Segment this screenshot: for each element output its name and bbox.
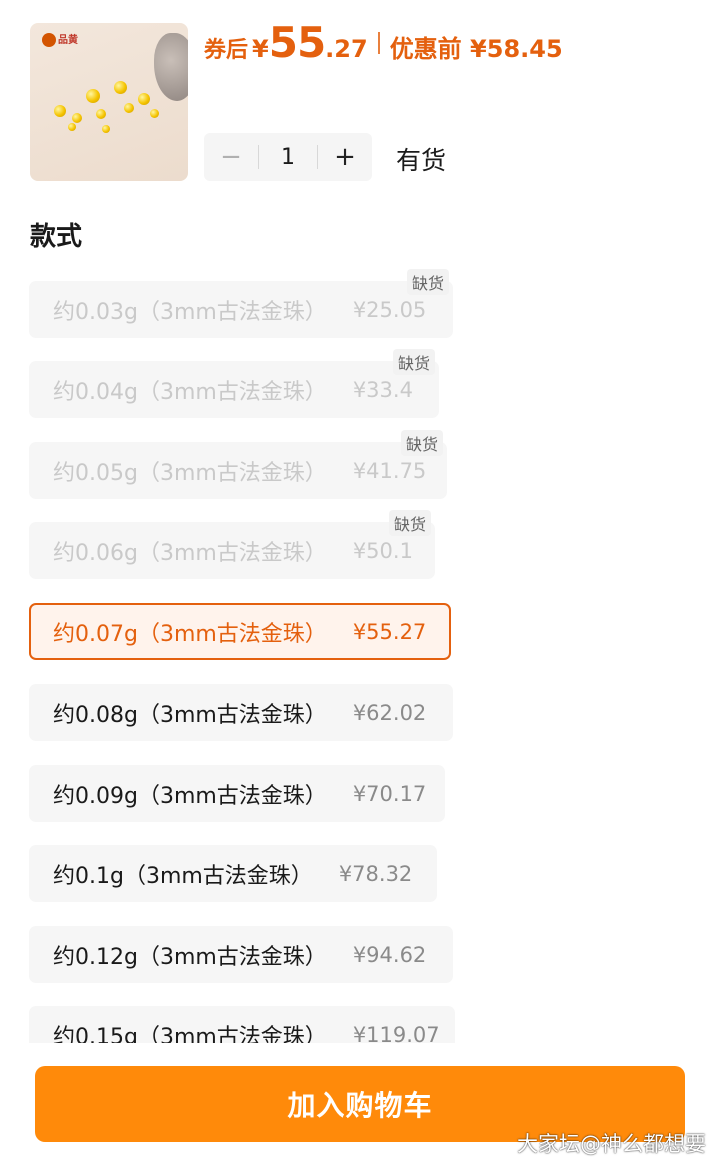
- option-name: 约0.15g（3mm古法金珠）: [53, 1024, 327, 1044]
- option-price: ¥41.75: [352, 458, 427, 483]
- option-price: ¥25.05: [352, 297, 427, 322]
- option-name: 约0.12g（3mm古法金珠）: [53, 944, 327, 970]
- option-name: 约0.07g（3mm古法金珠）: [53, 621, 327, 647]
- option-0-05g[interactable]: 约0.05g（3mm古法金珠） ¥41.75 缺货: [29, 430, 447, 499]
- style-options-list: 约0.03g（3mm古法金珠） ¥25.05 缺货 约0.04g（3mm古法金珠…: [0, 0, 720, 1043]
- option-name: 约0.04g（3mm古法金珠）: [53, 379, 327, 405]
- option-0-15g[interactable]: 约0.15g（3mm古法金珠） ¥119.07: [29, 1006, 455, 1043]
- option-price: ¥119.07: [352, 1022, 440, 1044]
- option-0-06g[interactable]: 约0.06g（3mm古法金珠） ¥50.1 缺货: [29, 510, 435, 579]
- out-of-stock-tag: 缺货: [388, 510, 431, 536]
- out-of-stock-tag: 缺货: [406, 269, 449, 295]
- option-price: ¥55.27: [352, 619, 427, 644]
- option-0-07g-selected[interactable]: 约0.07g（3mm古法金珠） ¥55.27: [29, 603, 451, 660]
- out-of-stock-tag: 缺货: [392, 349, 435, 375]
- watermark: 大家坛@神么都想要: [517, 1132, 706, 1156]
- option-0-04g[interactable]: 约0.04g（3mm古法金珠） ¥33.4 缺货: [29, 349, 439, 418]
- option-0-1g[interactable]: 约0.1g（3mm古法金珠） ¥78.32: [29, 845, 437, 902]
- option-price: ¥33.4: [352, 377, 413, 402]
- option-price: ¥78.32: [338, 861, 413, 886]
- out-of-stock-tag: 缺货: [400, 430, 443, 456]
- option-price: ¥50.1: [352, 538, 413, 563]
- option-0-12g[interactable]: 约0.12g（3mm古法金珠） ¥94.62: [29, 926, 453, 983]
- option-name: 约0.06g（3mm古法金珠）: [53, 540, 327, 566]
- option-name: 约0.08g（3mm古法金珠）: [53, 702, 327, 728]
- option-0-03g[interactable]: 约0.03g（3mm古法金珠） ¥25.05 缺货: [29, 269, 453, 338]
- option-name: 约0.09g（3mm古法金珠）: [53, 783, 327, 809]
- option-0-08g[interactable]: 约0.08g（3mm古法金珠） ¥62.02: [29, 684, 453, 741]
- option-price: ¥94.62: [352, 942, 427, 967]
- option-0-09g[interactable]: 约0.09g（3mm古法金珠） ¥70.17: [29, 765, 445, 822]
- option-name: 约0.05g（3mm古法金珠）: [53, 460, 327, 486]
- option-name: 约0.1g（3mm古法金珠）: [53, 863, 313, 889]
- option-price: ¥70.17: [352, 781, 427, 806]
- option-price: ¥62.02: [352, 700, 427, 725]
- option-name: 约0.03g（3mm古法金珠）: [53, 299, 327, 325]
